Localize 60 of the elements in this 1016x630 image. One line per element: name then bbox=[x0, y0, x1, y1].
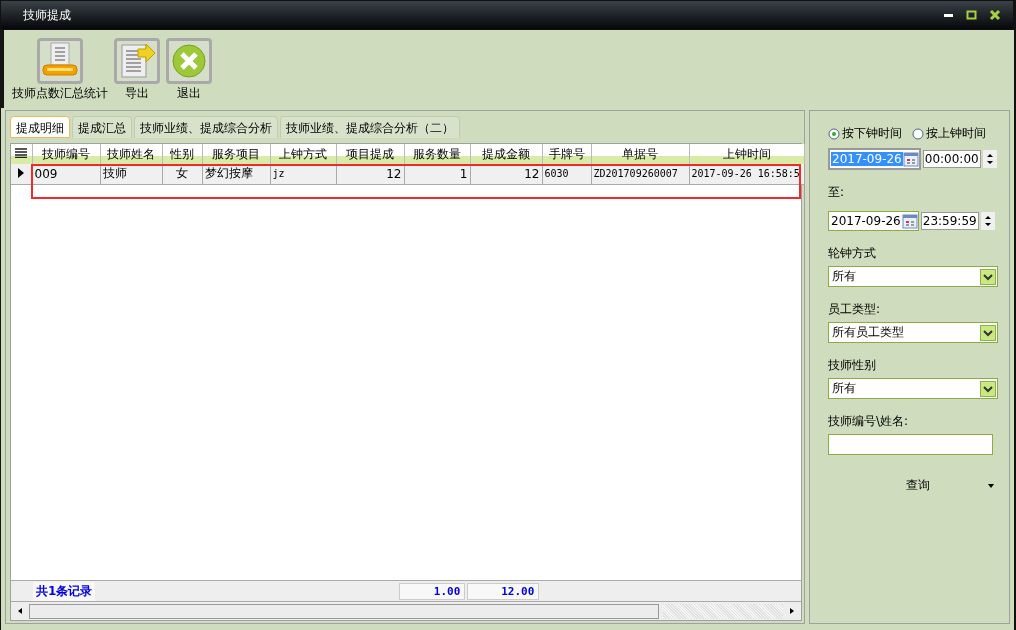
query-button[interactable]: 查询 bbox=[828, 477, 994, 494]
date-field[interactable]: 2017-09-26 bbox=[828, 211, 919, 231]
table-cell: 12 bbox=[470, 164, 542, 184]
maximize-icon[interactable] bbox=[966, 9, 978, 21]
field-label: 轮钟方式 bbox=[828, 245, 877, 262]
column-header[interactable]: 单据号 bbox=[591, 144, 689, 164]
column-header[interactable]: 服务数量 bbox=[404, 144, 470, 164]
column-header[interactable]: 项目提成 bbox=[336, 144, 404, 164]
table-cell: 6030 bbox=[542, 164, 591, 184]
column-header[interactable]: 服务项目 bbox=[202, 144, 270, 164]
radio-button[interactable] bbox=[828, 127, 840, 140]
tab[interactable]: 技师业绩、提成综合分析 bbox=[134, 116, 278, 138]
table-cell: ZD201709260007 bbox=[591, 164, 689, 184]
table-cell: 12 bbox=[336, 164, 404, 184]
column-header[interactable]: 性别 bbox=[162, 144, 202, 164]
calendar-icon[interactable] bbox=[901, 213, 918, 229]
quantity-total: 1.00 bbox=[399, 582, 466, 600]
dropdown[interactable]: 所有员工类型 bbox=[828, 322, 998, 343]
column-header[interactable]: 手牌号 bbox=[542, 144, 591, 164]
search-field[interactable] bbox=[828, 434, 993, 455]
field-label: 技师编号\姓名: bbox=[828, 413, 910, 430]
table-cell: jz bbox=[270, 164, 336, 184]
record-count: 共1条记录 bbox=[33, 581, 96, 601]
list-icon[interactable] bbox=[14, 148, 29, 158]
time-field[interactable]: 23:59:59 bbox=[920, 212, 979, 230]
spinner-icon[interactable] bbox=[982, 150, 997, 168]
dropdown[interactable]: 所有 bbox=[828, 378, 998, 399]
column-header[interactable]: 提成金额 bbox=[470, 144, 542, 164]
table-cell: 1 bbox=[404, 164, 470, 184]
column-header[interactable]: 技师姓名 bbox=[100, 144, 162, 164]
scrollbar-thumb[interactable] bbox=[29, 603, 659, 619]
radio-button[interactable] bbox=[912, 127, 924, 140]
caret-icon bbox=[988, 483, 994, 488]
chevron-down-icon[interactable] bbox=[980, 268, 996, 285]
tab[interactable]: 技师业绩、提成综合分析（二） bbox=[280, 116, 460, 138]
close-icon[interactable] bbox=[989, 9, 1001, 21]
dropdown[interactable]: 所有 bbox=[828, 266, 998, 287]
field-label: 技师性别 bbox=[828, 357, 877, 374]
table-cell: 梦幻按摩 bbox=[202, 164, 270, 184]
tab[interactable]: 提成汇总 bbox=[72, 116, 132, 138]
chevron-down-icon[interactable] bbox=[980, 380, 996, 397]
spinner-icon[interactable] bbox=[980, 212, 995, 230]
table-cell: 技师 bbox=[100, 164, 162, 184]
chevron-down-icon[interactable] bbox=[980, 324, 996, 341]
field-label: 至: bbox=[828, 184, 846, 201]
tab[interactable]: 提成明细 bbox=[10, 116, 70, 138]
horizontal-scrollbar[interactable] bbox=[11, 601, 801, 620]
time-field[interactable]: 00:00:00 bbox=[922, 150, 981, 168]
column-header[interactable]: 技师编号 bbox=[32, 144, 100, 164]
field-label: 员工类型: bbox=[828, 301, 882, 318]
table-cell: 2017-09-26 16:58:5 bbox=[689, 164, 804, 184]
radio-option[interactable]: 按上钟时间 bbox=[912, 125, 986, 142]
amount-total: 12.00 bbox=[467, 582, 540, 600]
toolbar-button[interactable]: 技师点数汇总统计 bbox=[12, 38, 108, 102]
table-cell: 009 bbox=[32, 164, 100, 184]
column-header[interactable]: 上钟方式 bbox=[270, 144, 336, 164]
calendar-icon[interactable] bbox=[902, 151, 919, 167]
window-title: 技师提成 bbox=[23, 6, 71, 24]
table-cell: 女 bbox=[162, 164, 202, 184]
radio-option[interactable]: 按下钟时间 bbox=[828, 125, 902, 142]
